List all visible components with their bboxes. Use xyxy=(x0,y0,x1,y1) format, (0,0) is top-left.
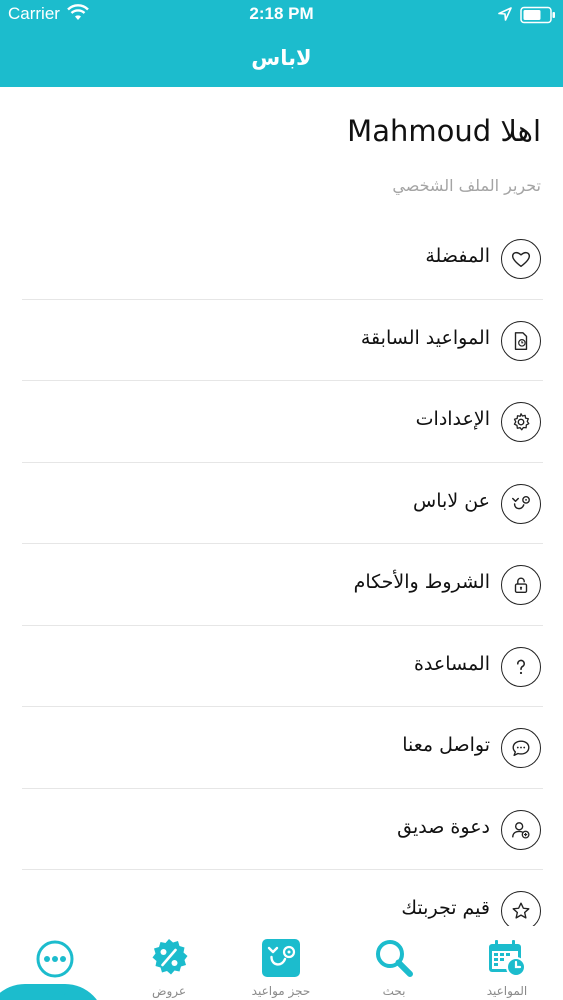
search-icon xyxy=(376,940,413,977)
battery-icon xyxy=(520,6,555,24)
menu-item-about[interactable]: عن لاباس xyxy=(22,463,543,544)
tab-bar: المزيد عروض حجز مواعيد بحث المواعيد xyxy=(0,926,563,1000)
tab-label: عروض xyxy=(151,984,187,998)
stethoscope-icon xyxy=(501,483,541,524)
menu-item-contact[interactable]: تواصل معنا xyxy=(22,707,543,789)
location-arrow-icon xyxy=(498,7,512,21)
status-time: 2:18 PM xyxy=(249,4,314,23)
menu-item-label: عن لاباس xyxy=(413,489,490,512)
menu-item-label: تواصل معنا xyxy=(402,734,490,756)
calendar-clock-icon xyxy=(489,940,526,977)
tab-label: بحث xyxy=(382,984,406,998)
stethoscope-box-icon xyxy=(262,939,300,977)
star-icon xyxy=(501,891,541,931)
menu-item-label: المواعيد السابقة xyxy=(360,326,490,349)
menu-item-settings[interactable]: الإعدادات xyxy=(22,381,543,463)
menu-item-label: الشروط والأحكام xyxy=(353,571,490,593)
question-icon xyxy=(501,646,541,687)
chat-icon xyxy=(501,728,541,768)
menu-item-terms[interactable]: الشروط والأحكام xyxy=(22,544,543,626)
greeting-text: اهلا Mahmoud xyxy=(347,114,541,148)
status-bar: Carrier 2:18 PM xyxy=(0,0,563,30)
tab-more[interactable]: المزيد xyxy=(0,926,112,1000)
menu-item-past-appointments[interactable]: المواعيد السابقة xyxy=(22,300,543,381)
menu-item-label: المفضلة xyxy=(425,245,490,267)
add-user-icon xyxy=(501,809,541,850)
menu-item-label: دعوة صديق xyxy=(397,815,490,838)
tab-book-appointment[interactable]: حجز مواعيد xyxy=(225,926,337,1000)
tab-offers[interactable]: عروض xyxy=(113,926,225,1000)
settings-menu: المفضلة المواعيد السابقة الإعدادات عن لا… xyxy=(22,218,543,952)
edit-profile-link[interactable]: تحرير الملف الشخصي xyxy=(392,176,541,195)
lock-icon xyxy=(501,565,541,605)
menu-item-invite-friend[interactable]: دعوة صديق xyxy=(22,789,543,870)
tab-label: المزيد xyxy=(40,984,72,998)
menu-item-label: قيم تجربتك xyxy=(401,897,490,919)
menu-item-help[interactable]: المساعدة xyxy=(22,626,543,707)
menu-item-label: الإعدادات xyxy=(415,408,490,430)
tab-label: المواعيد xyxy=(486,984,528,998)
tab-label: حجز مواعيد xyxy=(251,984,311,998)
tab-appointments[interactable]: المواعيد xyxy=(451,926,563,1000)
percent-badge-icon xyxy=(152,939,188,975)
page-title: لاباس xyxy=(251,46,312,70)
menu-item-favorites[interactable]: المفضلة xyxy=(22,218,543,300)
more-icon xyxy=(36,940,74,978)
nav-bar: لاباس xyxy=(0,30,563,87)
heart-icon xyxy=(501,239,541,279)
menu-item-label: المساعدة xyxy=(413,652,490,675)
gear-icon xyxy=(501,402,541,442)
document-clock-icon xyxy=(501,320,541,361)
tab-search[interactable]: بحث xyxy=(338,926,450,1000)
